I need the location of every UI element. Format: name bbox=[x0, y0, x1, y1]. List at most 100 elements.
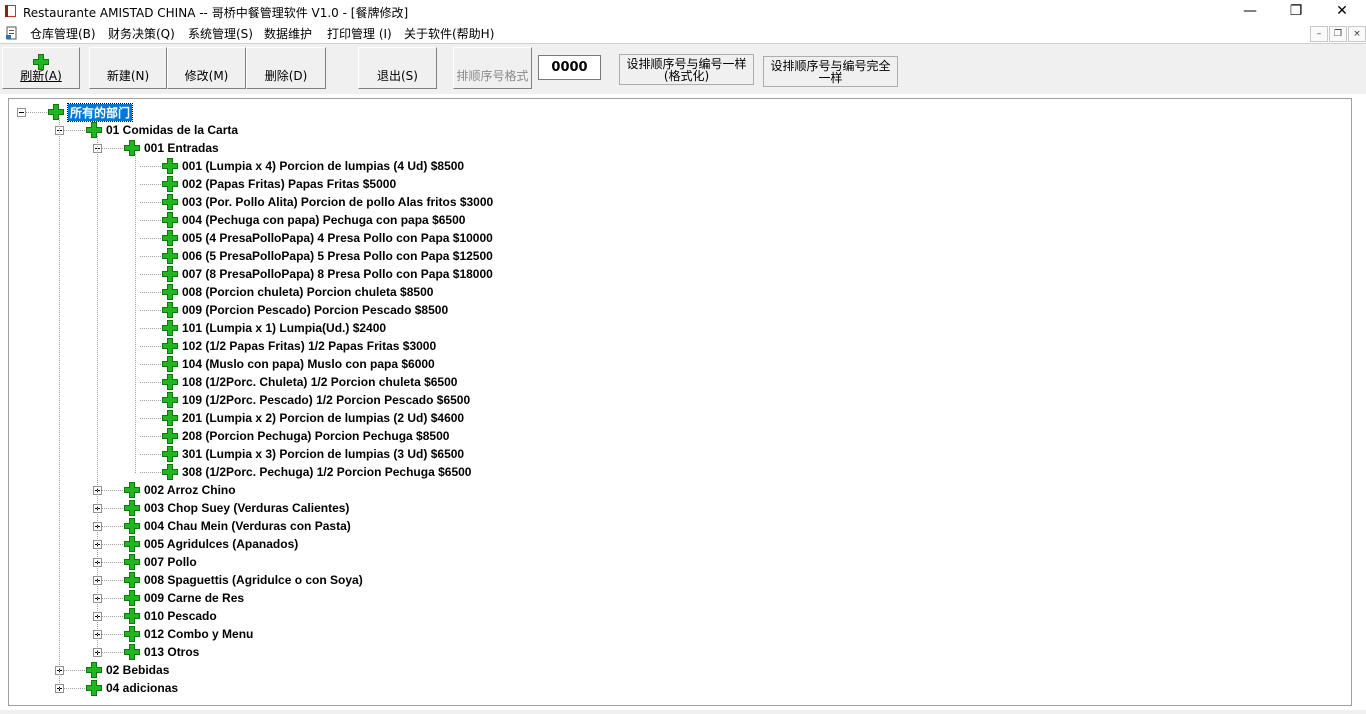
tree-category-node[interactable]: 010 Pescado bbox=[9, 608, 1309, 626]
menu-tree-view[interactable]: 所有的部门 01 Comidas de la Carta 001 Entradas 0… bbox=[8, 98, 1352, 706]
menu-bar: 仓库管理(B) 财务决策(Q) 系统管理(S) 数据维护 打印管理 (I) 关于… bbox=[0, 23, 1366, 43]
green-plus-icon bbox=[162, 392, 178, 408]
tree-menu-item-node[interactable]: 102 (1/2 Papas Fritas) 1/2 Papas Fritas … bbox=[9, 338, 1309, 356]
tree-category-node[interactable]: 001 Entradas bbox=[9, 140, 1309, 158]
tree-node-label: 013 Otros bbox=[144, 645, 200, 659]
tree-node-label: 002 (Papas Fritas) Papas Fritas $5000 bbox=[182, 177, 397, 191]
tree-node-label: 007 (8 PresaPolloPapa) 8 Presa Pollo con… bbox=[182, 267, 493, 281]
tree-node-label: 109 (1/2Porc. Pescado) 1/2 Porcion Pesca… bbox=[182, 393, 471, 407]
tree-category-node[interactable]: 013 Otros bbox=[9, 644, 1309, 662]
tree-node-label: 003 (Por. Pollo Alita) Porcion de pollo … bbox=[182, 195, 494, 209]
tree-menu-item-node[interactable]: 104 (Muslo con papa) Muslo con papa $600… bbox=[9, 356, 1309, 374]
green-plus-icon bbox=[162, 338, 178, 354]
mdi-restore-button[interactable]: ❐ bbox=[1329, 26, 1347, 42]
tree-menu-item-node[interactable]: 004 (Pechuga con papa) Pechuga con papa … bbox=[9, 212, 1309, 230]
sort-format-button[interactable]: 排顺序号格式 bbox=[453, 47, 532, 89]
menu-about[interactable]: 关于软件(帮助H) bbox=[404, 25, 494, 42]
green-plus-icon bbox=[162, 158, 178, 174]
tree-node-label: 009 Carne de Res bbox=[144, 591, 245, 605]
green-plus-icon bbox=[124, 482, 140, 498]
tree-node-label: 004 Chau Mein (Verduras con Pasta) bbox=[144, 519, 351, 533]
mdi-close-button[interactable]: × bbox=[1348, 26, 1366, 42]
sequence-number-input[interactable]: 0000 bbox=[538, 55, 601, 80]
tree-category-node[interactable]: 008 Spaguettis (Agridulce o con Soya) bbox=[9, 572, 1309, 590]
tree-menu-item-node[interactable]: 007 (8 PresaPolloPapa) 8 Presa Pollo con… bbox=[9, 266, 1309, 284]
tree-category-node[interactable]: 012 Combo y Menu bbox=[9, 626, 1309, 644]
green-plus-icon bbox=[162, 410, 178, 426]
tree-node-label: 301 (Lumpia x 3) Porcion de lumpias (3 U… bbox=[182, 447, 465, 461]
menu-print[interactable]: 打印管理 (I) bbox=[327, 25, 392, 42]
refresh-button[interactable]: 刷新(A) bbox=[2, 47, 80, 89]
modify-button[interactable]: 修改(M) bbox=[167, 47, 246, 89]
green-plus-icon bbox=[124, 554, 140, 570]
tree-menu-item-node[interactable]: 005 (4 PresaPolloPapa) 4 Presa Pollo con… bbox=[9, 230, 1309, 248]
tree-node-label: 008 Spaguettis (Agridulce o con Soya) bbox=[144, 573, 363, 587]
tree-menu-item-node[interactable]: 002 (Papas Fritas) Papas Fritas $5000 bbox=[9, 176, 1309, 194]
green-plus-icon bbox=[86, 662, 102, 678]
new-button[interactable]: 新建(N) bbox=[89, 47, 167, 89]
toolbar: 刷新(A) 新建(N) 修改(M) 删除(D) 退出(S) 排顺序号格式 000… bbox=[0, 43, 1366, 94]
tree-menu-item-node[interactable]: 101 (Lumpia x 1) Lumpia(Ud.) $2400 bbox=[9, 320, 1309, 338]
tree-category-node[interactable]: 002 Arroz Chino bbox=[9, 482, 1309, 500]
green-plus-icon bbox=[162, 464, 178, 480]
tree-department-node[interactable]: 01 Comidas de la Carta bbox=[9, 122, 1309, 140]
menu-finance[interactable]: 财务决策(Q) bbox=[108, 25, 175, 42]
tree-node-label: 101 (Lumpia x 1) Lumpia(Ud.) $2400 bbox=[182, 321, 387, 335]
tree-node-label: 102 (1/2 Papas Fritas) 1/2 Papas Fritas … bbox=[182, 339, 437, 353]
tree-category-node[interactable]: 007 Pollo bbox=[9, 554, 1309, 572]
tree-department-node[interactable]: 02 Bebidas bbox=[9, 662, 1309, 680]
sort-format-label: 排顺序号格式 bbox=[456, 69, 529, 83]
refresh-label: 刷新(A) bbox=[20, 69, 62, 83]
green-plus-icon bbox=[124, 572, 140, 588]
tree-menu-item-node[interactable]: 201 (Lumpia x 2) Porcion de lumpias (2 U… bbox=[9, 410, 1309, 428]
tree-connector-line bbox=[97, 136, 98, 653]
tree-node-label: 009 (Porcion Pescado) Porcion Pescado $8… bbox=[182, 303, 449, 317]
exit-button[interactable]: 退出(S) bbox=[358, 47, 437, 89]
bottom-border bbox=[0, 710, 1366, 714]
green-plus-icon bbox=[86, 122, 102, 138]
menu-warehouse[interactable]: 仓库管理(B) bbox=[30, 25, 96, 42]
tree-node-label: 108 (1/2Porc. Chuleta) 1/2 Porcion chule… bbox=[182, 375, 458, 389]
tree-menu-item-node[interactable]: 001 (Lumpia x 4) Porcion de lumpias (4 U… bbox=[9, 158, 1309, 176]
delete-label: 删除(D) bbox=[264, 69, 308, 83]
tree-department-node[interactable]: 04 adicionas bbox=[9, 680, 1309, 698]
tree-node-label: 04 adicionas bbox=[106, 681, 179, 695]
tree-menu-item-node[interactable]: 009 (Porcion Pescado) Porcion Pescado $8… bbox=[9, 302, 1309, 320]
menu-system[interactable]: 系统管理(S) bbox=[188, 25, 253, 42]
tree-menu-item-node[interactable]: 003 (Por. Pollo Alita) Porcion de pollo … bbox=[9, 194, 1309, 212]
tree-category-node[interactable]: 009 Carne de Res bbox=[9, 590, 1309, 608]
tree-category-node[interactable]: 005 Agridulces (Apanados) bbox=[9, 536, 1309, 554]
delete-button[interactable]: 删除(D) bbox=[246, 47, 326, 89]
mdi-minimize-button[interactable]: – bbox=[1310, 26, 1328, 42]
tree-node-label: 001 Entradas bbox=[144, 141, 219, 155]
green-plus-icon bbox=[124, 644, 140, 660]
green-plus-icon bbox=[162, 302, 178, 318]
green-plus-icon bbox=[162, 374, 178, 390]
set-same-exact-button[interactable]: 设排顺序号与编号完全 一样 bbox=[763, 56, 898, 87]
tree-menu-item-node[interactable]: 006 (5 PresaPolloPapa) 5 Presa Pollo con… bbox=[9, 248, 1309, 266]
tree-category-node[interactable]: 003 Chop Suey (Verduras Calientes) bbox=[9, 500, 1309, 518]
tree-node-label: 005 Agridulces (Apanados) bbox=[144, 537, 299, 551]
tree-menu-item-node[interactable]: 208 (Porcion Pechuga) Porcion Pechuga $8… bbox=[9, 428, 1309, 446]
tree-root-node[interactable]: 所有的部门 bbox=[9, 103, 1309, 122]
minimize-button[interactable]: — bbox=[1227, 0, 1273, 23]
tree-menu-item-node[interactable]: 008 (Porcion chuleta) Porcion chuleta $8… bbox=[9, 284, 1309, 302]
tree-connector-line bbox=[59, 118, 60, 689]
tree-category-node[interactable]: 004 Chau Mein (Verduras con Pasta) bbox=[9, 518, 1309, 536]
green-plus-icon bbox=[124, 536, 140, 552]
green-plus-icon bbox=[162, 428, 178, 444]
set-same-format-button[interactable]: 设排顺序号与编号一样 (格式化) bbox=[619, 54, 754, 85]
tree-node-label: 012 Combo y Menu bbox=[144, 627, 254, 641]
collapse-toggle-icon[interactable] bbox=[17, 108, 26, 117]
tree-menu-item-node[interactable]: 108 (1/2Porc. Chuleta) 1/2 Porcion chule… bbox=[9, 374, 1309, 392]
restore-button[interactable]: ❐ bbox=[1273, 0, 1319, 23]
mdi-document-icon[interactable] bbox=[5, 26, 19, 40]
tree-menu-item-node[interactable]: 301 (Lumpia x 3) Porcion de lumpias (3 U… bbox=[9, 446, 1309, 464]
close-button[interactable]: ✕ bbox=[1319, 0, 1365, 23]
tree-node-label: 001 (Lumpia x 4) Porcion de lumpias (4 U… bbox=[182, 159, 465, 173]
green-plus-icon bbox=[162, 320, 178, 336]
menu-data-maintenance[interactable]: 数据维护 bbox=[264, 25, 312, 42]
green-plus-icon bbox=[162, 284, 178, 300]
tree-menu-item-node[interactable]: 109 (1/2Porc. Pescado) 1/2 Porcion Pesca… bbox=[9, 392, 1309, 410]
tree-menu-item-node[interactable]: 308 (1/2Porc. Pechuga) 1/2 Porcion Pechu… bbox=[9, 464, 1309, 482]
